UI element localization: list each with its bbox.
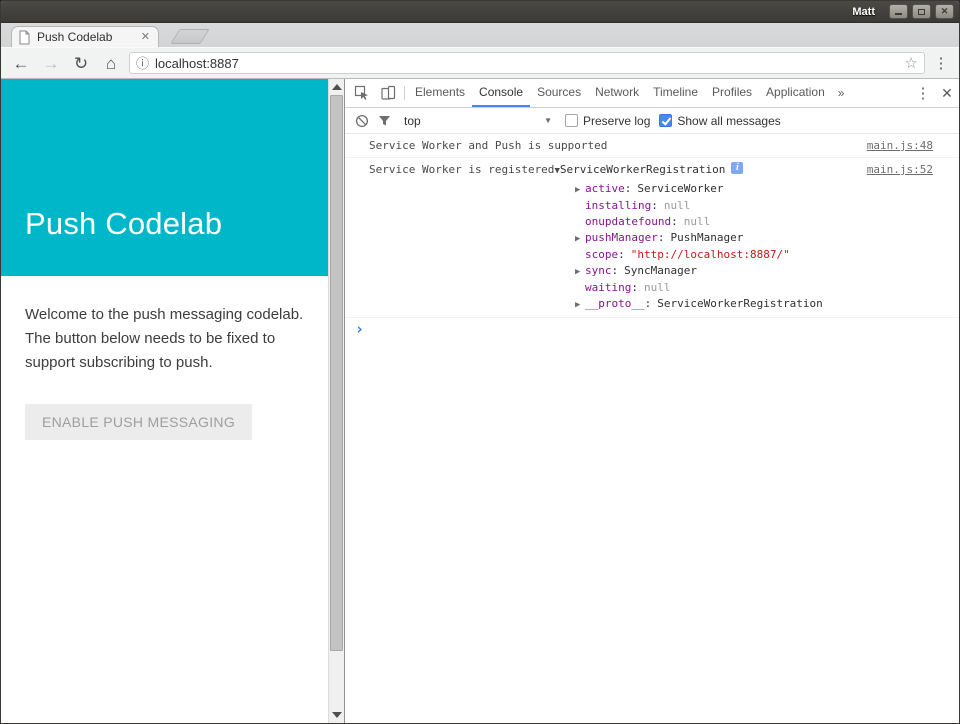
property-row[interactable]: ▶pushManager:PushManager: [575, 230, 933, 247]
property-row: onupdatefound:null: [575, 214, 933, 230]
tab-close-icon[interactable]: ✕: [139, 32, 152, 43]
scrollbar-thumb[interactable]: [330, 95, 343, 651]
console-filter-bar: top ▼ Preserve log Show all messages: [345, 108, 959, 134]
new-tab-button[interactable]: [170, 29, 209, 44]
disclosure-triangle-icon[interactable]: ▶: [575, 297, 585, 313]
minimize-button[interactable]: [889, 4, 908, 19]
devtools-panel: Elements Console Sources Network Timelin…: [344, 79, 959, 723]
page-info-icon[interactable]: ⓘ: [136, 57, 149, 70]
source-link[interactable]: main.js:48: [855, 138, 933, 153]
property-row[interactable]: ▶__proto__:ServiceWorkerRegistration: [575, 296, 933, 313]
property-row: installing:null: [575, 198, 933, 214]
chevron-down-icon: ▼: [544, 116, 552, 125]
preserve-log-checkbox[interactable]: [565, 114, 578, 127]
tab-profiles[interactable]: Profiles: [705, 79, 759, 107]
devtools-close-button[interactable]: ✕: [935, 79, 959, 107]
more-tabs-button[interactable]: »: [832, 79, 851, 107]
execution-context-select[interactable]: top ▼: [400, 114, 556, 128]
browser-menu-button[interactable]: ⋮: [931, 54, 951, 72]
enable-push-button[interactable]: ENABLE PUSH MESSAGING: [25, 404, 252, 440]
close-window-button[interactable]: ✕: [935, 4, 954, 19]
console-message: Service Worker and Push is supported mai…: [345, 134, 959, 158]
show-all-messages-checkbox[interactable]: [659, 114, 672, 127]
page-scrollbar[interactable]: [328, 79, 344, 723]
device-toolbar-button[interactable]: [375, 79, 401, 107]
tab-network[interactable]: Network: [588, 79, 646, 107]
scroll-up-icon[interactable]: [332, 84, 342, 90]
maximize-icon: [918, 9, 925, 15]
console-message-text: Service Worker and Push is supported: [369, 138, 607, 153]
close-icon: ✕: [941, 7, 949, 16]
bookmark-star-icon[interactable]: ☆: [905, 56, 918, 71]
maximize-button[interactable]: [912, 4, 931, 19]
funnel-icon: [378, 115, 391, 127]
object-properties: ▶active:ServiceWorker installing:null on…: [575, 181, 933, 313]
console-message: Service Worker is registered ▼ServiceWor…: [345, 158, 959, 318]
toolbar-divider: [404, 86, 405, 100]
inspect-element-button[interactable]: [349, 79, 375, 107]
devtools-menu-button[interactable]: ⋮: [911, 79, 935, 107]
device-toolbar-icon: [380, 85, 396, 101]
preserve-log-toggle[interactable]: Preserve log: [565, 114, 650, 128]
tab-sources[interactable]: Sources: [530, 79, 588, 107]
tab-title: Push Codelab: [37, 30, 133, 44]
show-all-messages-label: Show all messages: [677, 114, 780, 128]
filter-button[interactable]: [378, 115, 391, 127]
forward-button[interactable]: →: [39, 55, 63, 72]
console-log: Service Worker and Push is supported mai…: [345, 134, 959, 723]
preserve-log-label: Preserve log: [583, 114, 650, 128]
back-button[interactable]: ←: [9, 55, 33, 72]
property-row: scope:"http://localhost:8887/": [575, 247, 933, 263]
browser-tab[interactable]: Push Codelab ✕: [11, 26, 159, 47]
page-favicon-icon: [18, 30, 31, 45]
tab-strip: Push Codelab ✕: [1, 23, 959, 47]
clear-console-button[interactable]: [355, 114, 369, 128]
scroll-down-icon[interactable]: [332, 712, 342, 718]
console-message-text: Service Worker is registered: [369, 162, 554, 177]
page-hero: Push Codelab: [1, 79, 328, 276]
page-title: Push Codelab: [25, 206, 222, 242]
title-bar: Matt ✕: [1, 1, 959, 23]
execution-context-value: top: [404, 114, 421, 128]
web-page: Push Codelab Welcome to the push messagi…: [1, 79, 328, 723]
tab-application[interactable]: Application: [759, 79, 832, 107]
page-paragraph: Welcome to the push messaging codelab. T…: [25, 303, 304, 375]
address-bar[interactable]: ⓘ localhost:8887 ☆: [129, 52, 925, 74]
object-state-info-icon[interactable]: i: [731, 162, 743, 174]
window-controls: ✕: [889, 4, 954, 19]
devtools-tab-bar: Elements Console Sources Network Timelin…: [345, 79, 959, 108]
inspect-cursor-icon: [354, 85, 370, 101]
show-all-messages-toggle[interactable]: Show all messages: [659, 114, 780, 128]
property-row[interactable]: ▶sync:SyncManager: [575, 263, 933, 280]
tab-timeline[interactable]: Timeline: [646, 79, 705, 107]
navigation-toolbar: ← → ↻ ⌂ ⓘ localhost:8887 ☆ ⋮: [1, 47, 959, 79]
disclosure-triangle-icon[interactable]: ▶: [575, 182, 585, 198]
session-user-label: Matt: [852, 6, 875, 18]
home-button[interactable]: ⌂: [99, 55, 123, 72]
disclosure-triangle-icon[interactable]: ▶: [575, 264, 585, 280]
property-row[interactable]: ▶active:ServiceWorker: [575, 181, 933, 198]
object-preview[interactable]: ▼ServiceWorkerRegistration: [554, 162, 725, 179]
content-area: Push Codelab Welcome to the push messagi…: [1, 79, 959, 723]
prompt-chevron-icon: ›: [355, 320, 364, 338]
minimize-icon: [895, 13, 902, 15]
tab-console[interactable]: Console: [472, 79, 530, 107]
console-prompt[interactable]: ›: [345, 318, 959, 341]
source-link[interactable]: main.js:52: [855, 162, 933, 177]
reload-button[interactable]: ↻: [69, 55, 93, 72]
disclosure-triangle-icon[interactable]: ▶: [575, 231, 585, 247]
tab-elements[interactable]: Elements: [408, 79, 472, 107]
property-row: waiting:null: [575, 280, 933, 296]
url-text[interactable]: localhost:8887: [155, 56, 899, 71]
browser-window: Matt ✕ Push Codelab ✕ ← → ↻ ⌂ ⓘ localhos…: [0, 0, 960, 724]
block-icon: [355, 114, 369, 128]
